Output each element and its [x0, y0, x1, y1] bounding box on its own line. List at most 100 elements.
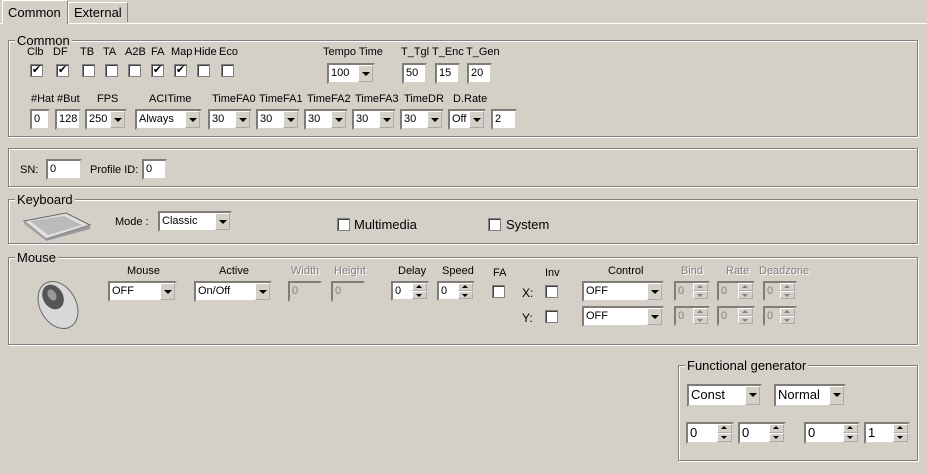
multimedia-checkbox[interactable] [337, 218, 350, 231]
spin-up-icon[interactable] [769, 424, 784, 433]
timefa1-select[interactable]: 30 [256, 109, 300, 130]
bind-y-spinner[interactable]: 0 [674, 306, 710, 326]
map-checkbox[interactable]: ✔ [174, 64, 187, 77]
system-checkbox[interactable] [488, 218, 501, 231]
timefa0-select[interactable]: 30 [208, 109, 252, 130]
generator-value-2-spinner[interactable]: 0 [738, 422, 786, 444]
spin-down-icon[interactable] [780, 316, 795, 324]
spin-up-icon[interactable] [738, 308, 753, 316]
spin-up-icon[interactable] [738, 283, 753, 291]
keyboard-mode-select[interactable]: Classic [158, 211, 232, 232]
spin-down-icon[interactable] [738, 316, 753, 324]
chevron-down-icon [358, 65, 373, 82]
fa-checkbox[interactable]: ✔ [151, 64, 164, 77]
height-input[interactable]: 0 [331, 281, 365, 302]
functional-generator-title: Functional generator [685, 358, 809, 373]
timedr-select[interactable]: 30 [400, 109, 444, 130]
fps-select[interactable]: 250 [85, 109, 127, 130]
keyboard-icon [22, 212, 92, 241]
t-gen-label: T_Gen [466, 46, 500, 58]
spin-down-icon[interactable] [693, 316, 708, 324]
t-enc-label: T_Enc [432, 46, 464, 58]
spin-down-icon[interactable] [769, 433, 784, 442]
tempo-time-label: Tempo Time [323, 46, 383, 58]
spin-down-icon[interactable] [412, 291, 427, 299]
t-enc-input[interactable]: 15 [435, 63, 460, 84]
acitime-select[interactable]: Always [135, 109, 202, 130]
mouse-select[interactable]: OFF [108, 281, 177, 302]
drate-select[interactable]: Off [448, 109, 486, 130]
df-checkbox[interactable]: ✔ [56, 64, 69, 77]
t-gen-input[interactable]: 20 [467, 63, 492, 84]
spin-up-icon[interactable] [893, 424, 908, 433]
control-x-select[interactable]: OFF [582, 281, 664, 302]
check-label-ta: TA [103, 46, 117, 58]
tab-external[interactable]: External [68, 2, 128, 22]
tb-checkbox[interactable] [82, 64, 95, 77]
generator-value-4-spinner[interactable]: 1 [864, 422, 910, 444]
spin-down-icon[interactable] [717, 433, 732, 442]
bind-label: Bind [681, 265, 704, 277]
mouse-group-title: Mouse [15, 250, 59, 265]
speed-spinner[interactable]: 0 [437, 281, 475, 301]
spin-down-icon[interactable] [693, 291, 708, 299]
eco-checkbox[interactable] [221, 64, 234, 77]
spin-up-icon[interactable] [693, 308, 708, 316]
rate-y-spinner[interactable]: 0 [717, 306, 755, 326]
hat-label: #Hat [31, 93, 55, 105]
generator-mode-select[interactable]: Normal [774, 384, 846, 407]
active-select[interactable]: On/Off [194, 281, 272, 302]
generator-value-3-spinner[interactable]: 0 [804, 422, 860, 444]
spin-up-icon[interactable] [717, 424, 732, 433]
spin-up-icon[interactable] [458, 283, 473, 291]
chevron-down-icon [427, 111, 442, 128]
timefa2-select[interactable]: 30 [304, 109, 348, 130]
y-axis-label: Y: [522, 311, 533, 325]
spin-up-icon[interactable] [693, 283, 708, 291]
ta-checkbox[interactable] [105, 64, 118, 77]
fps-label: FPS [97, 93, 119, 105]
a2b-checkbox[interactable] [128, 64, 141, 77]
deadzone-y-spinner[interactable]: 0 [763, 306, 797, 326]
spin-down-icon[interactable] [458, 291, 473, 299]
spin-down-icon[interactable] [780, 291, 795, 299]
deadzone-x-spinner[interactable]: 0 [763, 281, 797, 301]
tab-common[interactable]: Common [2, 0, 68, 24]
hide-checkbox[interactable] [197, 64, 210, 77]
spin-up-icon[interactable] [843, 424, 858, 433]
control-label: Control [608, 265, 644, 277]
spin-down-icon[interactable] [843, 433, 858, 442]
rate-x-spinner[interactable]: 0 [717, 281, 755, 301]
chevron-down-icon [160, 283, 175, 300]
clb-checkbox[interactable]: ✔ [30, 64, 43, 77]
t-tgl-input[interactable]: 50 [402, 63, 427, 84]
bind-x-spinner[interactable]: 0 [674, 281, 710, 301]
spin-up-icon[interactable] [780, 308, 795, 316]
width-input[interactable]: 0 [288, 281, 322, 302]
but-input[interactable]: 128 [55, 109, 81, 130]
spin-up-icon[interactable] [780, 283, 795, 291]
spin-up-icon[interactable] [412, 283, 427, 291]
check-label-df: DF [53, 46, 68, 58]
generator-value-1-spinner[interactable]: 0 [686, 422, 734, 444]
tempo-time-select[interactable]: 100 [327, 63, 375, 84]
spin-down-icon[interactable] [738, 291, 753, 299]
active-label: Active [219, 265, 249, 277]
inv-y-checkbox[interactable] [545, 310, 558, 323]
timefa3-select[interactable]: 30 [352, 109, 396, 130]
sn-input[interactable]: 0 [46, 159, 82, 180]
hat-input[interactable]: 0 [30, 109, 50, 130]
drate-input[interactable]: 2 [491, 109, 517, 130]
control-y-select[interactable]: OFF [582, 306, 664, 327]
chevron-down-icon [215, 213, 230, 230]
spin-down-icon[interactable] [893, 433, 908, 442]
timefa3-label: TimeFA3 [355, 93, 399, 105]
profile-id-input[interactable]: 0 [142, 159, 167, 180]
delay-spinner[interactable]: 0 [391, 281, 429, 301]
generator-type-select[interactable]: Const [687, 384, 762, 407]
mouse-icon [37, 281, 79, 329]
width-label: Width [291, 265, 320, 277]
mouse-fa-checkbox[interactable] [492, 285, 505, 298]
inv-x-checkbox[interactable] [545, 285, 558, 298]
check-label-a2b: A2B [125, 46, 146, 58]
